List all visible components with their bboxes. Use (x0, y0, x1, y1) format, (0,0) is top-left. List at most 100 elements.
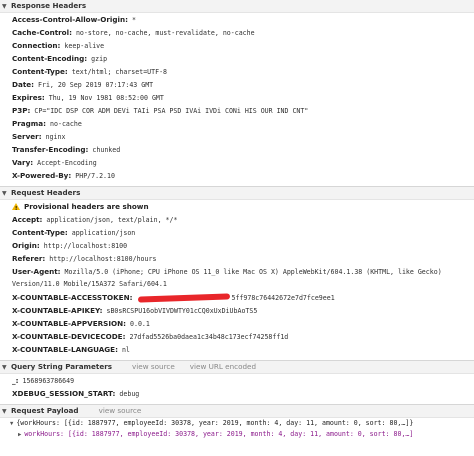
request-payload-header[interactable]: ▼ Request Payload view source (0, 404, 474, 418)
header-key: Transfer-Encoding: (12, 145, 89, 154)
header-value: * (131, 16, 136, 24)
warning-icon (12, 203, 20, 216)
view-url-encoded-link[interactable]: view URL encoded (190, 362, 256, 371)
header-row: Referer: http://localhost:8100/hours (0, 252, 474, 265)
header-value: 27dfad5526ba0daea1c34b48c173ecf74258ff1d (129, 333, 289, 341)
header-key: Access-Control-Allow-Origin: (12, 15, 128, 24)
header-key: Content-Type: (12, 67, 68, 76)
header-value: sB0sRCSPU16obVIVDWTY01cCQ0xUxDiUbAoTS5 (106, 307, 258, 315)
query-string-header[interactable]: ▼ Query String Parameters view source view … (0, 360, 474, 374)
query-string-list: _: 1568963786649 XDEBUG_SESSION_START: deb… (0, 374, 474, 400)
header-row: Origin: http://localhost:8100 (0, 239, 474, 252)
payload-root-line[interactable]: ▼ {workHours: [{id: 1887977, employeeId: … (10, 418, 474, 429)
header-value: PHP/7.2.10 (75, 172, 115, 180)
query-string-title: Query String Parameters (11, 362, 113, 371)
header-row: X-COUNTABLE-DEVICECODE: 27dfad5526ba0daea… (0, 330, 474, 343)
param-key: XDEBUG_SESSION_START: (12, 389, 116, 398)
header-row: Cache-Control: no-store, no-cache, must-r… (0, 26, 474, 39)
header-key: X-Powered-By: (12, 171, 72, 180)
header-value: text/html; charset=UTF-8 (71, 68, 168, 76)
header-value: application/json (71, 229, 136, 237)
request-headers-header[interactable]: ▼ Request Headers (0, 186, 474, 200)
collapse-triangle-icon[interactable]: ▼ (2, 406, 8, 418)
provisional-warning-text: Provisional headers are shown (24, 202, 149, 211)
payload-workhours-text: workHours: [{id: 1887977, employeeId: 30… (24, 430, 414, 438)
header-key: X-COUNTABLE-DEVICECODE: (12, 332, 126, 341)
header-key: P3P: (12, 106, 31, 115)
header-row: P3P: CP="IDC DSP COR ADM DEVi TAIi PSA PS… (0, 104, 474, 117)
header-row: Content-Type: text/html; charset=UTF-8 (0, 65, 474, 78)
request-payload-title: Request Payload (11, 406, 79, 415)
response-headers-list: Access-Control-Allow-Origin: * Cache-Cont… (0, 13, 474, 182)
payload-view-source-link[interactable]: view source (99, 406, 142, 415)
expand-triangle-icon[interactable]: ▼ (10, 421, 13, 427)
request-payload-body: ▼ {workHours: [{id: 1887977, employeeId: … (0, 418, 474, 440)
header-key: Accept: (12, 215, 43, 224)
header-value: Thu, 19 Nov 1981 08:52:00 GMT (48, 94, 164, 102)
header-value: Mozilla/5.0 (iPhone; CPU iPhone OS 11_0 … (12, 268, 442, 288)
header-value: nginx (45, 133, 66, 141)
view-source-link[interactable]: view source (132, 362, 175, 371)
header-key: User-Agent: (12, 267, 61, 276)
header-key: Date: (12, 80, 35, 89)
header-value: CP="IDC DSP COR ADM DEVi TAIi PSA PSD IV… (34, 107, 309, 115)
param-row: XDEBUG_SESSION_START: debug (0, 387, 474, 400)
header-value: Fri, 20 Sep 2019 07:17:43 GMT (38, 81, 154, 89)
header-key: Pragma: (12, 119, 47, 128)
header-value: http://localhost:8100/hours (49, 255, 157, 263)
header-row: Date: Fri, 20 Sep 2019 07:17:43 GMT (0, 78, 474, 91)
header-value: chunked (92, 146, 121, 154)
header-key: Origin: (12, 241, 40, 250)
header-key: Expires: (12, 93, 45, 102)
header-row: Content-Encoding: gzip (0, 52, 474, 65)
header-key: Vary: (12, 158, 34, 167)
response-headers-header[interactable]: ▼ Response Headers (0, 0, 474, 13)
param-row: _: 1568963786649 (0, 374, 474, 387)
expand-triangle-icon[interactable]: ▶ (18, 432, 21, 438)
payload-root-text: {workHours: [{id: 1887977, employeeId: 3… (16, 419, 414, 427)
header-row: User-Agent: Mozilla/5.0 (iPhone; CPU iPho… (0, 265, 474, 291)
header-key: Content-Encoding: (12, 54, 88, 63)
header-row: Accept: application/json, text/plain, */* (0, 213, 474, 226)
header-row: Pragma: no-cache (0, 117, 474, 130)
request-headers-title: Request Headers (11, 188, 81, 197)
response-headers-title: Response Headers (11, 1, 87, 10)
collapse-triangle-icon[interactable]: ▼ (2, 188, 8, 200)
param-value: debug (119, 390, 140, 398)
header-value: no-cache (50, 120, 82, 128)
header-key: Cache-Control: (12, 28, 72, 37)
payload-workhours-line[interactable]: ▶ workHours: [{id: 1887977, employeeId: 3… (10, 429, 474, 440)
provisional-warning: Provisional headers are shown (0, 200, 474, 216)
header-value: http://localhost:8100 (43, 242, 128, 250)
header-key: Content-Type: (12, 228, 68, 237)
header-value: Accept-Encoding (37, 159, 97, 167)
header-row: Connection: keep-alive (0, 39, 474, 52)
redaction-mark (138, 293, 231, 303)
header-row: Vary: Accept-Encoding (0, 156, 474, 169)
header-value: no-store, no-cache, must-revalidate, no-… (75, 29, 255, 37)
header-key: X-COUNTABLE-LANGUAGE: (12, 345, 118, 354)
header-value: gzip (91, 55, 108, 63)
header-row: Access-Control-Allow-Origin: * (0, 13, 474, 26)
param-key: _: (12, 376, 19, 385)
header-row: X-COUNTABLE-ACCESSTOKEN: 5ff978c76442672e… (0, 291, 474, 304)
header-row: X-Powered-By: PHP/7.2.10 (0, 169, 474, 182)
header-value: keep-alive (64, 42, 105, 50)
header-row: Content-Type: application/json (0, 226, 474, 239)
header-row: X-COUNTABLE-APPVERSION: 0.0.1 (0, 317, 474, 330)
header-value: 0.0.1 (130, 320, 150, 328)
header-row: Expires: Thu, 19 Nov 1981 08:52:00 GMT (0, 91, 474, 104)
header-key: Connection: (12, 41, 61, 50)
collapse-triangle-icon[interactable]: ▼ (2, 362, 8, 374)
header-row: X-COUNTABLE-LANGUAGE: nl (0, 343, 474, 356)
collapse-triangle-icon[interactable]: ▼ (2, 1, 8, 13)
header-value: nl (121, 346, 130, 354)
param-value: 1568963786649 (22, 377, 75, 385)
header-row: Server: nginx (0, 130, 474, 143)
header-key: Referer: (12, 254, 46, 263)
header-row: X-COUNTABLE-APIKEY: sB0sRCSPU16obVIVDWTY0… (0, 304, 474, 317)
header-key: X-COUNTABLE-APPVERSION: (12, 319, 126, 328)
header-value: application/json, text/plain, */* (46, 216, 178, 224)
header-key: Server: (12, 132, 42, 141)
header-row: Transfer-Encoding: chunked (0, 143, 474, 156)
